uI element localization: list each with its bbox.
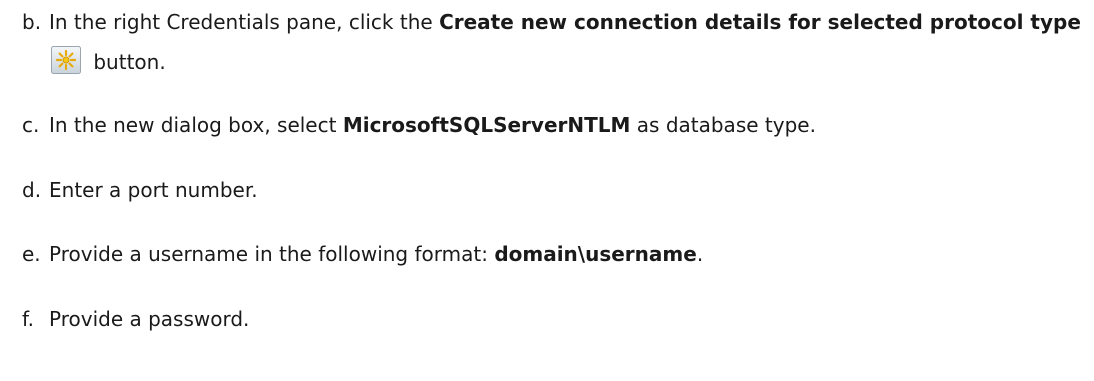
step-marker: f. [22,307,34,331]
step-f-text: Provide a password. [49,307,250,331]
step-b-text: In the right Credentials pane, click the… [49,2,1090,82]
step-marker: e. [22,242,41,266]
username-format: domain\username [494,242,697,266]
database-type-name: MicrosoftSQLServerNTLM [342,113,631,137]
step-e-text-after: . [696,242,704,266]
step-b-text-after: button. [87,50,166,74]
step-d-text: Enter a port number. [49,178,258,202]
step-marker: b. [22,10,42,34]
step-e-text-before: Provide a username in the following form… [49,242,495,266]
create-connection-button-name: Create new connection details for select… [439,10,1081,34]
step-b-text-before: In the right Credentials pane, click the [49,10,440,34]
step-e-text: Provide a username in the following form… [49,234,1090,274]
procedure-steps-list: b. In the right Credentials pane, click … [0,0,1094,381]
new-connection-details-icon [51,46,81,74]
step-marker: d. [22,178,42,202]
step-c-text-before: In the new dialog box, select [49,113,343,137]
step-c-text: In the new dialog box, select MicrosoftS… [49,105,1090,145]
step-c-text-after: as database type. [630,113,816,137]
step-marker: c. [22,113,40,137]
